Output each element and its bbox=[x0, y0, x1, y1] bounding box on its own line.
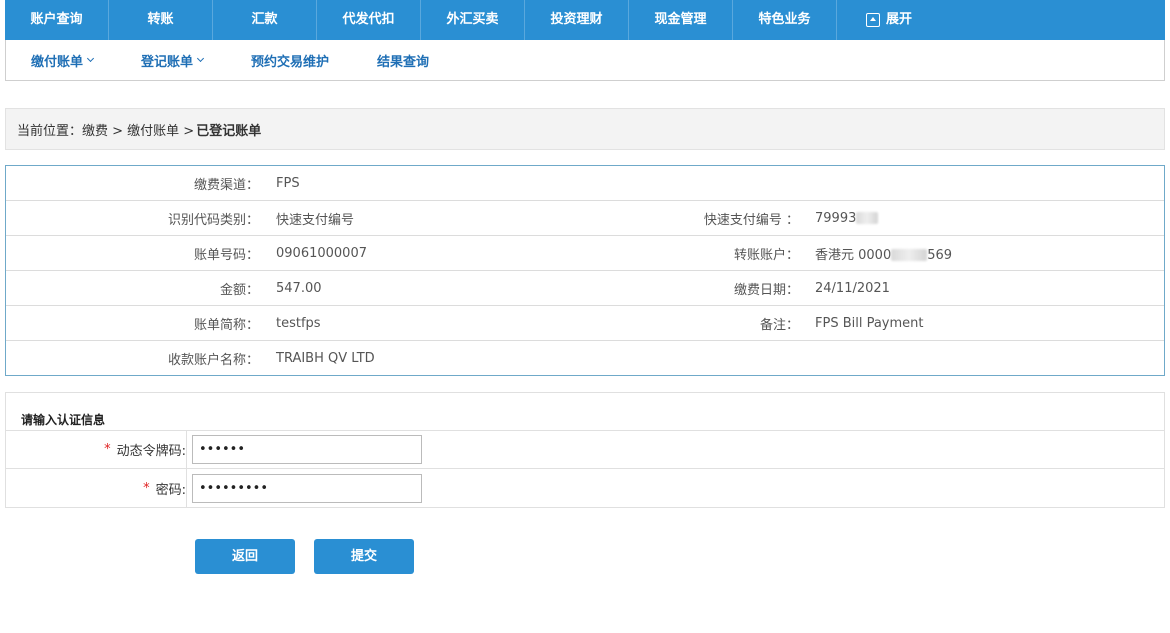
subnav-pay-bill-label: 缴付账单 bbox=[31, 54, 84, 70]
nav-payroll[interactable]: 代发代扣 bbox=[317, 0, 421, 40]
idtype-value: 快速支付编号 bbox=[276, 212, 355, 228]
nav-expand-button[interactable]: 展开 bbox=[837, 0, 941, 40]
subnav-register-bill[interactable]: 登记账单 bbox=[141, 51, 205, 70]
required-mark: * bbox=[104, 442, 111, 457]
subnav-result-inquiry[interactable]: 结果查询 bbox=[377, 51, 429, 70]
channel-value: FPS bbox=[276, 175, 300, 191]
detail-row: 收款账户名称： TRAIBH QV LTD bbox=[6, 341, 1164, 376]
redacted-mask bbox=[856, 212, 879, 224]
redacted-mask bbox=[891, 249, 928, 261]
nav-account-inquiry[interactable]: 账户查询 bbox=[5, 0, 109, 40]
bill-shortname-label: 账单简称： bbox=[193, 317, 259, 333]
subnav-register-bill-label: 登记账单 bbox=[141, 54, 194, 70]
auth-row-token: * 动态令牌码: bbox=[6, 431, 1164, 469]
breadcrumb-prefix: 当前位置：缴费 > 缴付账单 > bbox=[17, 123, 195, 139]
chevron-down-icon bbox=[196, 54, 205, 63]
transfer-account-label: 转账账户： bbox=[733, 247, 799, 263]
detail-row: 识别代码类别： 快速支付编号 快速支付编号 ： 79993 bbox=[6, 201, 1164, 236]
nav-special-services[interactable]: 特色业务 bbox=[733, 0, 837, 40]
detail-row: 账单号码： 09061000007 转账账户： 香港元 0000 569 bbox=[6, 236, 1164, 271]
payment-date-label: 缴费日期： bbox=[733, 282, 799, 298]
token-input[interactable] bbox=[192, 435, 422, 464]
transfer-account-value: 香港元 0000 569 bbox=[815, 247, 953, 263]
subnav-pay-bill[interactable]: 缴付账单 bbox=[31, 51, 95, 70]
required-mark: * bbox=[143, 481, 150, 496]
submit-button[interactable]: 提交 bbox=[314, 539, 414, 574]
bill-shortname-value: testfps bbox=[276, 315, 321, 331]
remark-label: 备注： bbox=[759, 317, 799, 333]
bill-number-value: 09061000007 bbox=[276, 245, 367, 261]
subnav-scheduled-maintenance[interactable]: 预约交易维护 bbox=[251, 51, 329, 70]
nav-transfer[interactable]: 转账 bbox=[109, 0, 213, 40]
nav-remittance[interactable]: 汇款 bbox=[213, 0, 317, 40]
breadcrumb-current: 已登记账单 bbox=[196, 123, 262, 139]
bill-number-label: 账单号码： bbox=[193, 247, 259, 263]
remark-value: FPS Bill Payment bbox=[815, 315, 924, 331]
expand-icon bbox=[865, 13, 880, 27]
back-button[interactable]: 返回 bbox=[195, 539, 295, 574]
detail-row: 缴费渠道： FPS bbox=[6, 166, 1164, 201]
token-label: * 动态令牌码: bbox=[6, 431, 187, 468]
payment-date-value: 24/11/2021 bbox=[815, 280, 890, 296]
top-nav: 账户查询 转账 汇款 代发代扣 外汇买卖 投资理财 现金管理 特色业务 展开 bbox=[5, 0, 1165, 40]
idtype-label: 识别代码类别： bbox=[167, 212, 259, 228]
channel-label: 缴费渠道： bbox=[193, 177, 259, 193]
auth-row-password: * 密码: bbox=[6, 469, 1164, 508]
nav-expand-label: 展开 bbox=[885, 12, 912, 27]
detail-row: 账单简称： testfps 备注： FPS Bill Payment bbox=[6, 306, 1164, 341]
chevron-down-icon bbox=[86, 54, 95, 63]
bill-details-table: 缴费渠道： FPS 识别代码类别： 快速支付编号 快速支付编号 ： 79993 … bbox=[5, 165, 1165, 376]
payee-name-label: 收款账户名称： bbox=[167, 353, 259, 368]
breadcrumb: 当前位置：缴费 > 缴付账单 > 已登记账单 bbox=[5, 108, 1165, 150]
payee-name-value: TRAIBH QV LTD bbox=[276, 351, 375, 366]
detail-row: 金额： 547.00 缴费日期： 24/11/2021 bbox=[6, 271, 1164, 306]
sub-nav: 缴付账单 登记账单 预约交易维护 结果查询 bbox=[5, 40, 1165, 81]
password-input[interactable] bbox=[192, 474, 422, 503]
amount-value: 547.00 bbox=[276, 280, 322, 296]
fps-id-label: 快速支付编号 ： bbox=[703, 212, 799, 228]
nav-investment[interactable]: 投资理财 bbox=[525, 0, 629, 40]
nav-forex[interactable]: 外汇买卖 bbox=[421, 0, 525, 40]
auth-section-title: 请输入认证信息 bbox=[6, 393, 1164, 431]
nav-cash-management[interactable]: 现金管理 bbox=[629, 0, 733, 40]
fps-id-value: 79993 bbox=[799, 211, 879, 226]
amount-label: 金额： bbox=[219, 282, 259, 298]
auth-section: 请输入认证信息 * 动态令牌码: * 密码: bbox=[5, 392, 1165, 508]
password-label: * 密码: bbox=[6, 469, 187, 508]
